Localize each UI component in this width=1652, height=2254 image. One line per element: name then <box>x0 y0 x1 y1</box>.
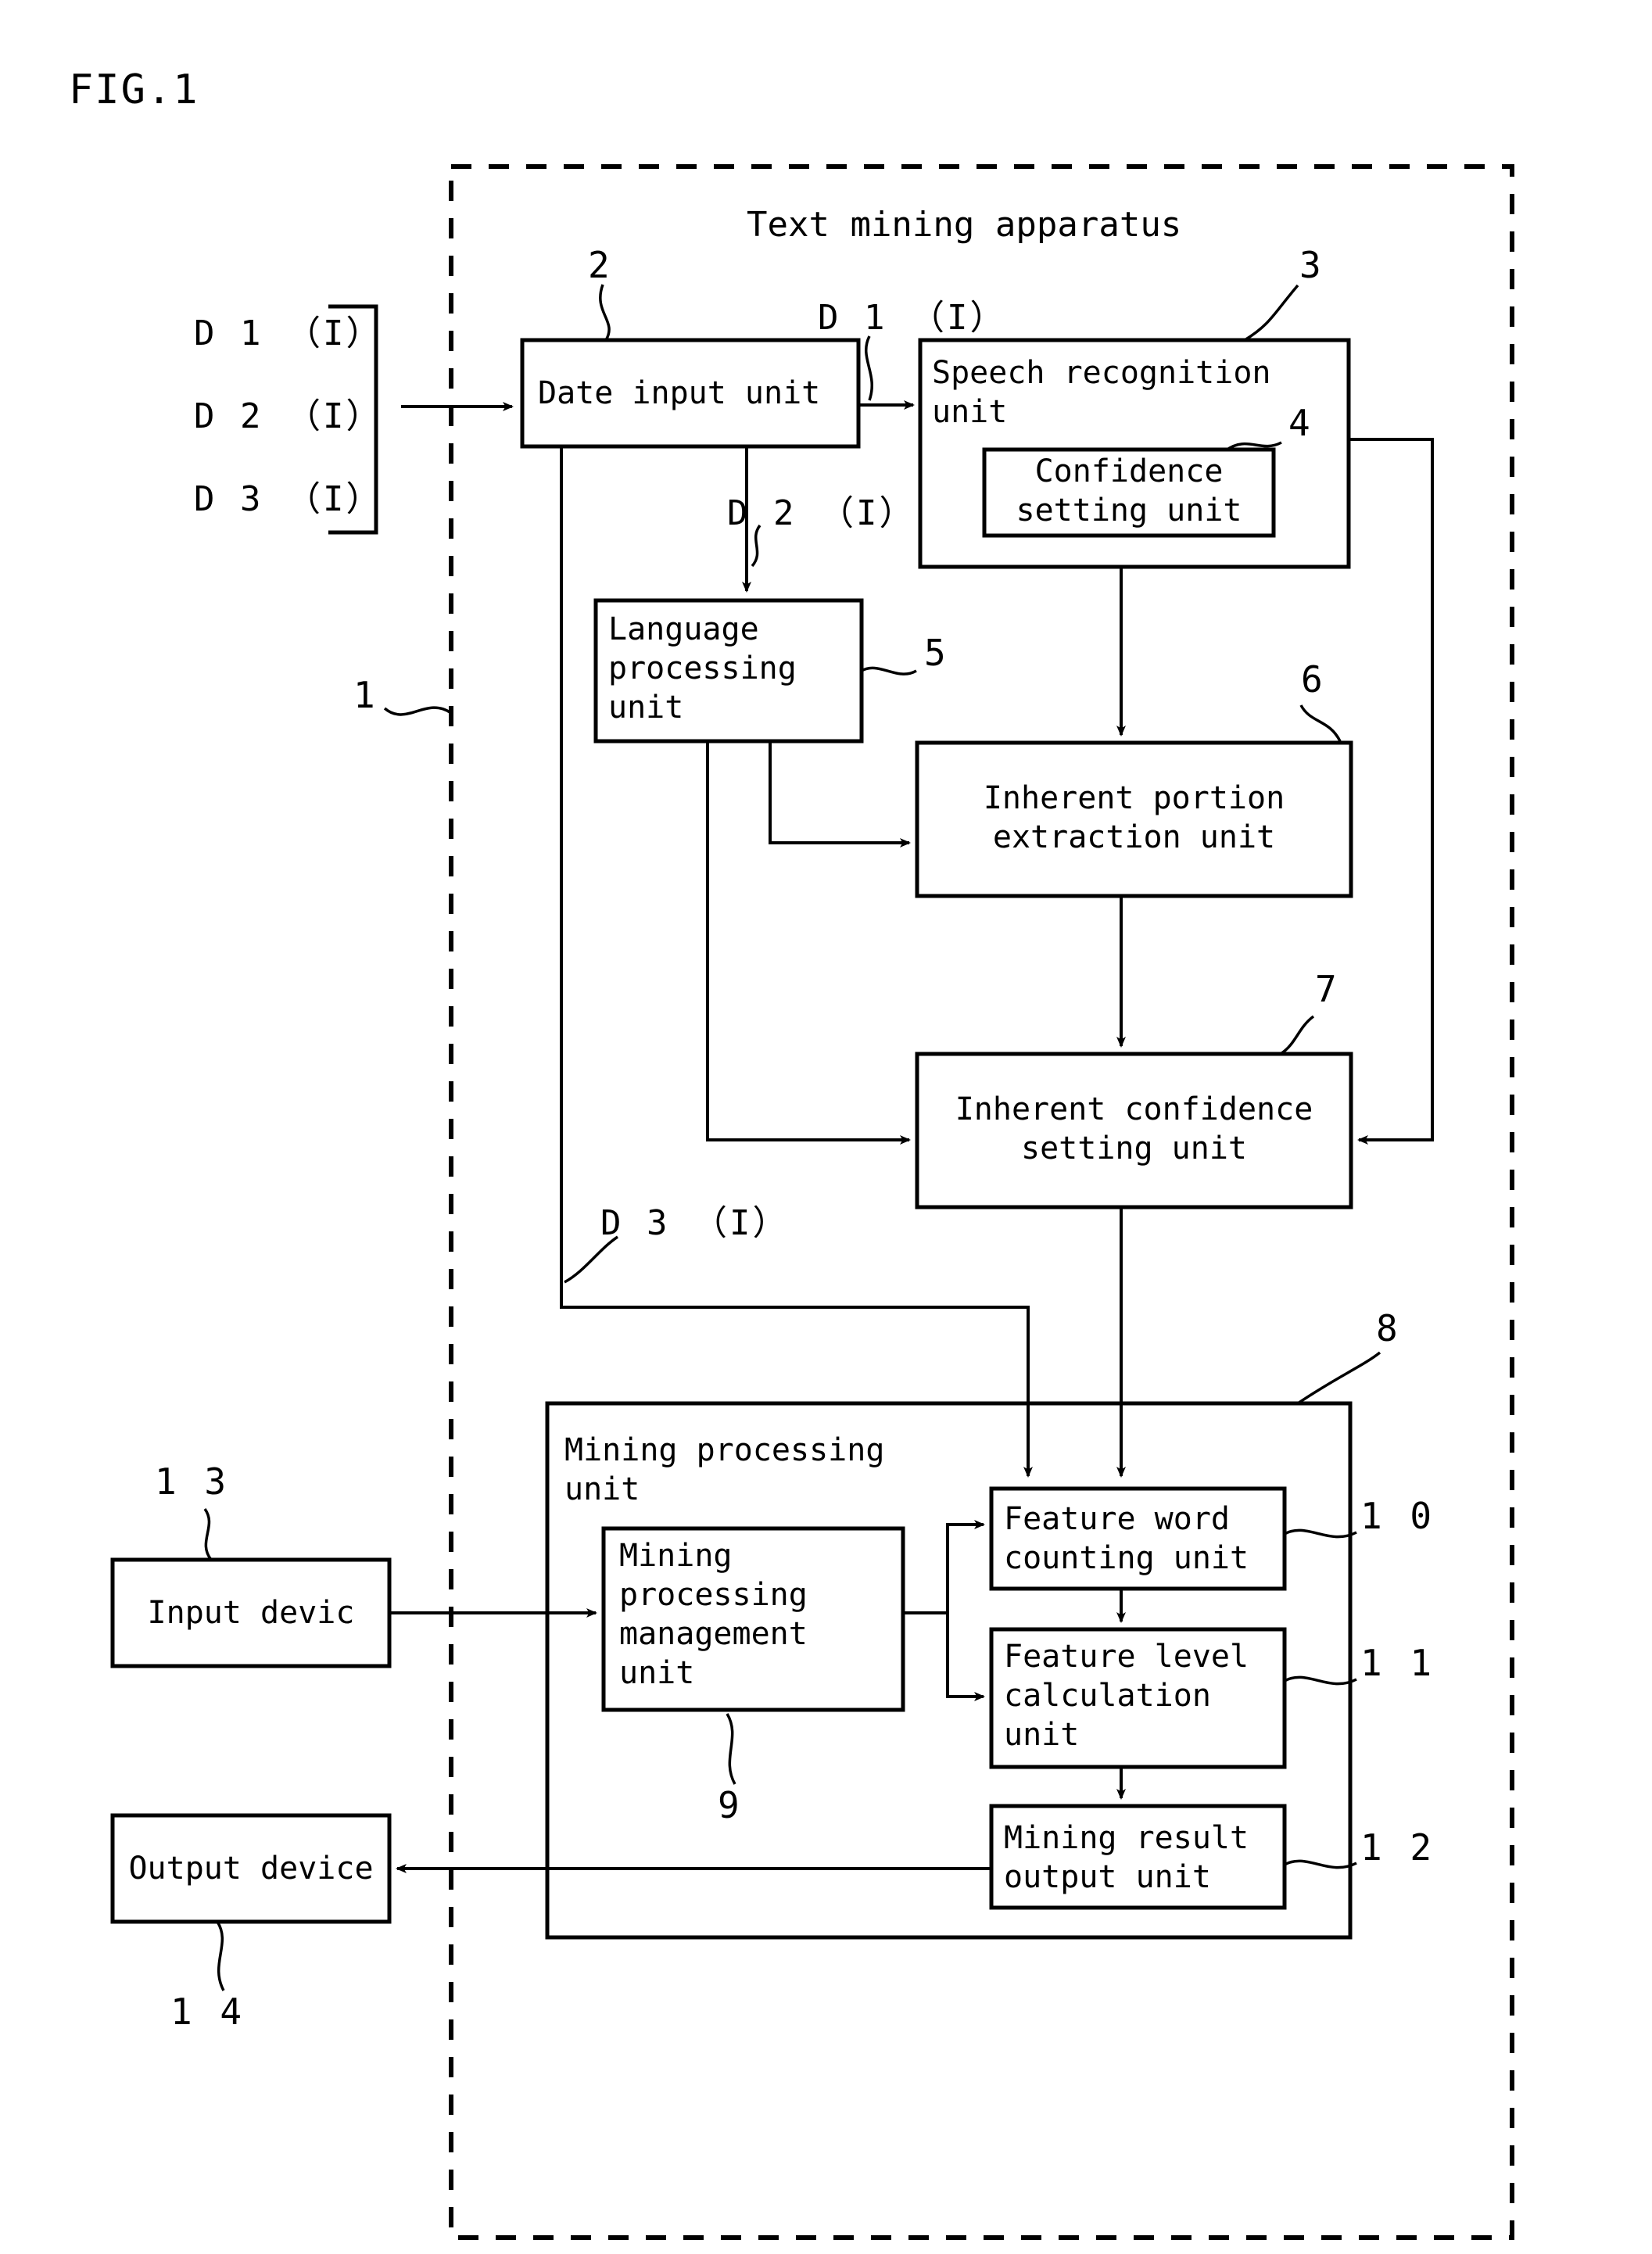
leader-line-ref-14 <box>216 1921 225 1991</box>
ref-number-12: 1 2 <box>1360 1826 1435 1869</box>
ref-number-13: 1 3 <box>155 1460 230 1503</box>
ref-number-8: 8 <box>1376 1307 1401 1349</box>
signal-label-d1: D 1 （I） <box>818 298 1007 338</box>
input-device-label: Input devic <box>147 1595 355 1631</box>
apparatus-title: Text mining apparatus <box>747 205 1182 245</box>
confidence-setting-unit-label: Confidence setting unit <box>1016 453 1242 529</box>
input-label-d1: D 1 （I） <box>194 314 383 353</box>
language-processing-unit-label: Language processing unit <box>608 611 797 726</box>
ref-number-3: 3 <box>1299 244 1324 286</box>
output-device-label: Output device <box>128 1851 374 1887</box>
ref-number-2: 2 <box>588 244 613 286</box>
mining-processing-unit-label: Mining processing unit <box>564 1432 885 1507</box>
signal-label-d3: D 3 （I） <box>600 1203 790 1243</box>
signal-label-d2: D 2 （I） <box>727 493 916 533</box>
feature-word-counting-unit-label: Feature word counting unit <box>1004 1501 1249 1576</box>
date-input-unit-label: Date input unit <box>538 375 821 411</box>
connector-mining-management-to-feature-level-calculation <box>903 1611 985 1701</box>
leader-line-ref-11 <box>1284 1675 1357 1686</box>
ref-number-4: 4 <box>1288 402 1313 444</box>
leader-line-ref-5 <box>861 666 917 675</box>
leader-line-ref-3 <box>1244 284 1299 342</box>
connector-language-processing-to-inherent-portion <box>769 741 911 847</box>
ref-number-5: 5 <box>924 632 949 674</box>
feature-level-calculation-unit-label: Feature level calculation unit <box>1004 1639 1249 1753</box>
ref-number-6: 6 <box>1301 658 1326 701</box>
leader-line-ref-12 <box>1284 1859 1357 1869</box>
mining-processing-management-unit-label: Mining processing management unit <box>619 1538 808 1691</box>
ref-number-7: 7 <box>1315 968 1340 1010</box>
ref-number-11: 1 1 <box>1360 1642 1435 1684</box>
leader-line-ref-1 <box>383 706 452 716</box>
leader-line-ref-8 <box>1297 1351 1381 1405</box>
inherent-portion-extraction-unit-label: Inherent portion extraction unit <box>983 780 1285 855</box>
figure-label: FIG.1 <box>69 66 199 113</box>
inherent-confidence-setting-unit-label: Inherent confidence setting unit <box>955 1091 1313 1166</box>
ref-number-10: 1 0 <box>1360 1495 1435 1537</box>
leader-line-ref-10 <box>1284 1528 1357 1539</box>
patent-figure-page: FIG.1 Text mining apparatus D 1 （I） D 2 … <box>0 0 1652 2254</box>
speech-recognition-unit-label: Speech recognition unit <box>932 355 1271 430</box>
mining-result-output-unit-label: Mining result output unit <box>1004 1820 1249 1895</box>
connector-language-processing-to-inherent-confidence <box>706 741 911 1145</box>
ref-number-14: 1 4 <box>170 1991 245 2033</box>
leader-line-signal-d1 <box>865 335 873 401</box>
ref-number-9: 9 <box>718 1784 743 1826</box>
leader-line-ref-13 <box>203 1507 213 1561</box>
connector-mining-management-to-feature-word-counting <box>903 1520 985 1614</box>
leader-line-ref-2 <box>599 284 611 341</box>
leader-line-ref-9 <box>726 1713 736 1785</box>
input-label-d2: D 2 （I） <box>194 396 383 436</box>
leader-line-ref-6 <box>1299 704 1342 742</box>
connector-speech-recognition-feedback-to-inherent-confidence <box>1349 438 1434 1145</box>
input-label-d3: D 3 （I） <box>194 479 383 519</box>
leader-line-ref-7 <box>1280 1015 1315 1055</box>
ref-number-1: 1 <box>353 674 378 716</box>
